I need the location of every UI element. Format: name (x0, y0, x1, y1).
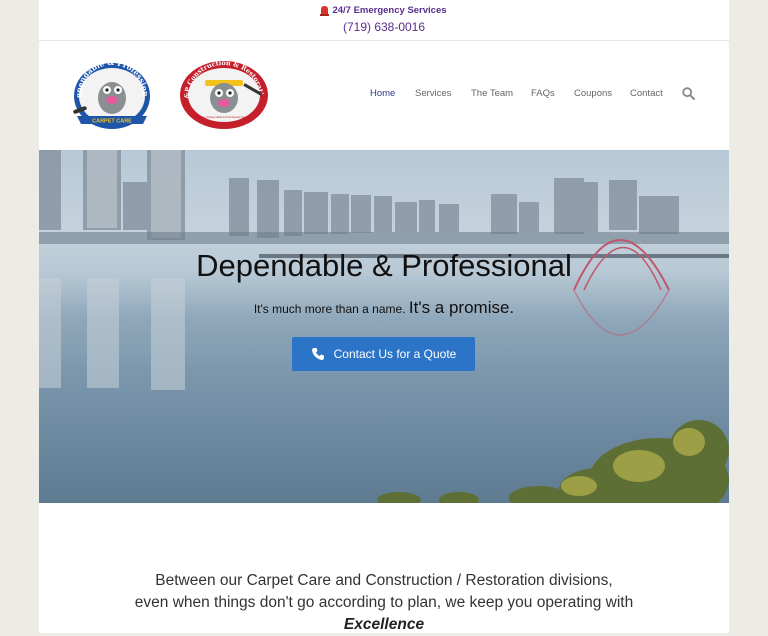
top-bar: 24/7 Emergency Services (719) 638-0016 (39, 0, 729, 41)
phone-number[interactable]: (719) 638-0016 (39, 20, 729, 34)
hero-banner: Dependable & Professional It's much more… (39, 150, 729, 503)
intro-text: Between our Carpet Care and Construction… (39, 570, 729, 636)
contact-quote-button[interactable]: Contact Us for a Quote (292, 337, 475, 371)
hero-subtitle-big: It's a promise. (408, 298, 515, 317)
emergency-label: 24/7 Emergency Services (332, 5, 447, 16)
hero-title: Dependable & Professional (196, 248, 572, 283)
phone-icon (311, 348, 324, 360)
main-nav: Home Services The Team FAQs Coupons Cont… (39, 88, 729, 102)
contact-quote-label: Contact Us for a Quote (333, 347, 457, 361)
carpet-logo-ribbon-text: CARPET CARE (92, 119, 132, 125)
intro-line-1: Between our Carpet Care and Construction… (155, 572, 613, 589)
nav-faqs[interactable]: FAQs (531, 88, 555, 99)
page: 24/7 Emergency Services (719) 638-0016 D… (39, 0, 729, 633)
nav-services[interactable]: Services (415, 88, 451, 99)
intro-line-2: even when things don't go according to p… (134, 594, 634, 611)
nav-home[interactable]: Home (370, 88, 395, 99)
nav-the-team[interactable]: The Team (471, 88, 513, 99)
emergency-services: 24/7 Emergency Services (39, 5, 729, 16)
construction-logo-ribbon-text: A Division of Dependable & Professional … (193, 115, 255, 119)
nav-contact[interactable]: Contact (630, 88, 663, 99)
hero-subtitle-small: It's much more than a name. (253, 302, 406, 316)
hero-subtitle: It's much more than a name. It's a promi… (39, 298, 729, 318)
city-lake-image (39, 150, 729, 503)
alarm-icon (320, 6, 330, 16)
search-icon[interactable] (682, 87, 695, 100)
nav-coupons[interactable]: Coupons (574, 88, 612, 99)
